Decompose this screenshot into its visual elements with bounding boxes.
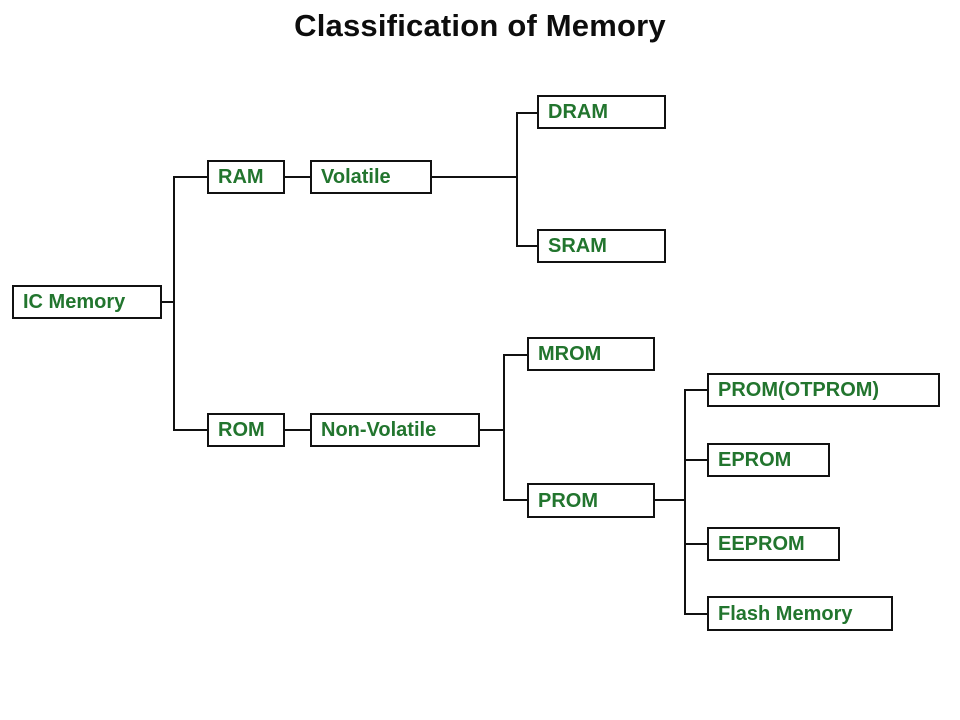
node-eeprom[interactable]: EEPROM xyxy=(707,527,840,561)
node-volatile[interactable]: Volatile xyxy=(310,160,432,194)
node-label-eprom: EPROM xyxy=(718,449,792,471)
node-label-prom: PROM xyxy=(538,489,598,512)
node-ic-memory[interactable]: IC Memory xyxy=(12,285,162,319)
connector-bus-prom xyxy=(684,389,686,615)
connector-trunk-to-rom xyxy=(173,429,208,431)
connector-bus-to-flash-memory xyxy=(684,613,708,615)
node-label-dram: DRAM xyxy=(548,101,608,123)
node-label-volatile: Volatile xyxy=(321,166,391,188)
node-label-prom-otprom: PROM(OTPROM) xyxy=(718,379,880,401)
node-label-ram: RAM xyxy=(218,166,264,188)
node-eprom[interactable]: EPROM xyxy=(707,443,830,477)
node-flash-memory[interactable]: Flash Memory xyxy=(707,596,893,631)
node-label-non-volatile: Non-Volatile xyxy=(321,419,437,441)
node-label-eeprom: EEPROM xyxy=(718,533,805,555)
node-prom-otprom[interactable]: PROM(OTPROM) xyxy=(707,373,940,407)
node-dram[interactable]: DRAM xyxy=(537,95,666,129)
connector-trunk-to-ram xyxy=(173,176,208,178)
connector-trunk-main xyxy=(173,176,175,431)
connector-prom-to-bus xyxy=(655,499,686,501)
connector-ram-to-volatile xyxy=(285,176,311,178)
node-label-flash-memory: Flash Memory xyxy=(718,602,853,625)
connector-rom-to-non-volatile xyxy=(285,429,311,431)
node-label-ic-memory: IC Memory xyxy=(23,291,126,313)
node-label-sram: SRAM xyxy=(548,235,607,257)
connector-bus-to-mrom xyxy=(503,354,528,356)
node-mrom[interactable]: MROM xyxy=(527,337,655,371)
connector-bus-to-dram xyxy=(516,112,538,114)
connector-bus-to-eeprom xyxy=(684,543,708,545)
node-label-mrom: MROM xyxy=(538,343,602,365)
diagram-canvas: Classification of Memory IC Memory RAM V… xyxy=(0,0,960,720)
connector-bus-to-prom-otprom xyxy=(684,389,708,391)
node-prom[interactable]: PROM xyxy=(527,483,655,518)
node-label-rom: ROM xyxy=(218,419,265,441)
node-rom[interactable]: ROM xyxy=(207,413,285,447)
connector-bus-non-volatile xyxy=(503,354,505,501)
connector-non-volatile-to-bus xyxy=(480,429,505,431)
connector-bus-to-eprom xyxy=(684,459,708,461)
page-title: Classification of Memory xyxy=(294,8,666,43)
connector-volatile-to-bus xyxy=(432,176,518,178)
connector-bus-to-prom xyxy=(503,499,528,501)
node-ram[interactable]: RAM xyxy=(207,160,285,194)
node-non-volatile[interactable]: Non-Volatile xyxy=(310,413,480,447)
connector-bus-to-sram xyxy=(516,245,538,247)
connector-bus-volatile xyxy=(516,112,518,247)
node-sram[interactable]: SRAM xyxy=(537,229,666,263)
